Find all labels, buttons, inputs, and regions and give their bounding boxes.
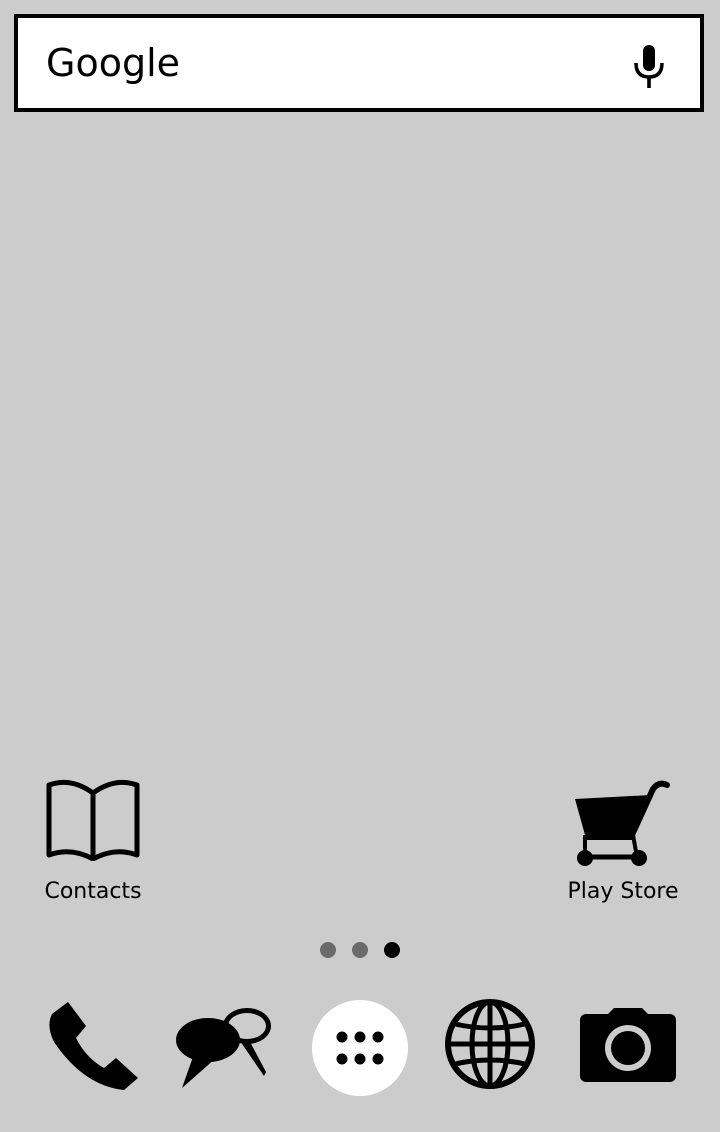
phone-icon	[49, 1002, 138, 1090]
shopping-cart-icon	[575, 780, 670, 866]
page-indicator-dot	[320, 942, 336, 958]
messaging-icon	[176, 1008, 271, 1088]
shortcut-play-store[interactable]: Play Store	[552, 775, 694, 915]
app-drawer-icon	[312, 1000, 408, 1096]
page-indicator-dot-active	[384, 942, 400, 958]
search-bar-label: Google	[46, 41, 181, 85]
dock-app-drawer[interactable]	[308, 996, 412, 1100]
book-icon	[46, 779, 140, 861]
dock-browser[interactable]	[438, 996, 542, 1100]
camera-icon	[580, 1008, 676, 1082]
dock-messaging[interactable]	[172, 996, 276, 1100]
microphone-icon[interactable]	[631, 43, 667, 89]
shortcut-label-play-store: Play Store	[567, 879, 679, 904]
google-search-bar[interactable]: Google	[14, 14, 704, 112]
shortcut-contacts[interactable]: Contacts	[28, 775, 158, 915]
shortcut-label-contacts: Contacts	[44, 879, 142, 904]
dock-phone[interactable]	[40, 996, 144, 1100]
globe-icon	[445, 999, 535, 1089]
dock-camera[interactable]	[576, 996, 680, 1100]
page-indicator	[0, 942, 720, 958]
page-indicator-dot	[352, 942, 368, 958]
